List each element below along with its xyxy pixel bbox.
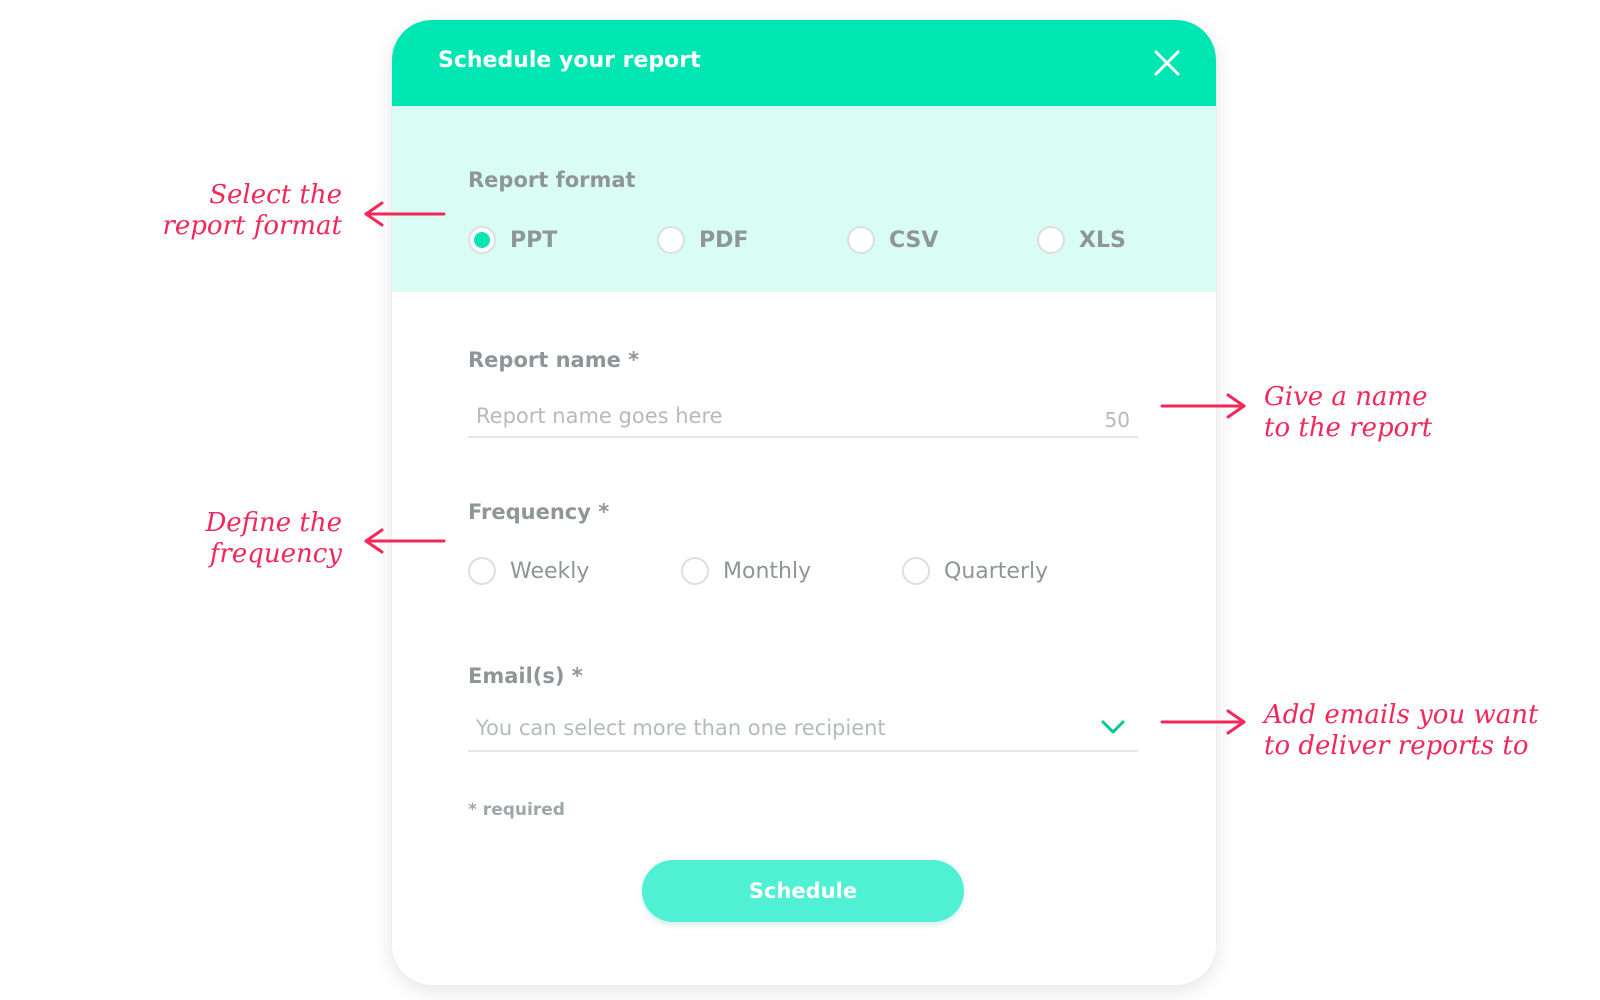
- character-counter: 50: [1104, 408, 1130, 432]
- format-option-label: CSV: [889, 227, 939, 253]
- radio-icon[interactable]: [468, 557, 496, 585]
- radio-icon[interactable]: [681, 557, 709, 585]
- emails-select-placeholder: You can select more than one recipient: [476, 716, 886, 740]
- close-icon: [1154, 50, 1180, 76]
- annotation-report-format: Select the report format: [150, 180, 342, 242]
- format-option-label: PDF: [699, 227, 749, 253]
- chevron-down-icon[interactable]: [1100, 718, 1126, 736]
- frequency-label: Frequency *: [468, 500, 610, 524]
- annotation-line: Add emails you want: [1264, 700, 1539, 730]
- frequency-option-label: Weekly: [510, 558, 590, 584]
- close-button[interactable]: [1152, 48, 1182, 78]
- format-option-csv[interactable]: CSV: [847, 226, 938, 254]
- modal-title: Schedule your report: [438, 48, 701, 73]
- radio-icon[interactable]: [657, 226, 685, 254]
- format-option-label: PPT: [510, 227, 558, 253]
- radio-icon[interactable]: [902, 557, 930, 585]
- frequency-option-monthly[interactable]: Monthly: [681, 557, 811, 585]
- emails-label: Email(s) *: [468, 664, 583, 688]
- arrow-right-icon: [1160, 709, 1246, 735]
- report-format-section: Report format PPT PDF CSV XLS: [392, 106, 1216, 292]
- annotation-line: frequency: [209, 539, 342, 569]
- annotation-emails: Add emails you want to deliver reports t…: [1264, 700, 1538, 762]
- modal-header: Schedule your report: [392, 20, 1216, 106]
- report-name-field: 50: [468, 400, 1138, 438]
- report-format-label: Report format: [468, 168, 636, 192]
- schedule-button[interactable]: Schedule: [642, 860, 964, 922]
- format-option-xls[interactable]: XLS: [1037, 226, 1126, 254]
- report-name-label: Report name *: [468, 348, 640, 372]
- arrow-left-icon: [364, 201, 446, 227]
- arrow-left-icon: [364, 528, 446, 554]
- annotation-line: report format: [162, 211, 342, 241]
- frequency-option-weekly[interactable]: Weekly: [468, 557, 589, 585]
- annotation-line: Select the: [209, 180, 342, 210]
- radio-selected-icon[interactable]: [468, 226, 496, 254]
- annotation-frequency: Define the frequency: [150, 508, 342, 570]
- format-option-ppt[interactable]: PPT: [468, 226, 557, 254]
- annotation-line: to the report: [1264, 413, 1433, 443]
- arrow-right-icon: [1160, 393, 1246, 419]
- format-option-pdf[interactable]: PDF: [657, 226, 748, 254]
- frequency-option-label: Quarterly: [944, 558, 1049, 584]
- format-option-label: XLS: [1079, 227, 1126, 253]
- radio-icon[interactable]: [847, 226, 875, 254]
- annotation-report-name: Give a name to the report: [1264, 382, 1432, 444]
- annotation-line: Give a name: [1264, 382, 1428, 412]
- annotation-line: to deliver reports to: [1264, 731, 1529, 761]
- emails-select[interactable]: You can select more than one recipient: [468, 714, 1138, 752]
- required-note: * required: [468, 800, 565, 820]
- report-name-input[interactable]: [468, 400, 1036, 432]
- frequency-option-quarterly[interactable]: Quarterly: [902, 557, 1048, 585]
- schedule-report-modal: Schedule your report Report format PPT P…: [392, 20, 1216, 985]
- frequency-option-label: Monthly: [723, 558, 812, 584]
- radio-icon[interactable]: [1037, 226, 1065, 254]
- annotation-line: Define the: [205, 508, 342, 538]
